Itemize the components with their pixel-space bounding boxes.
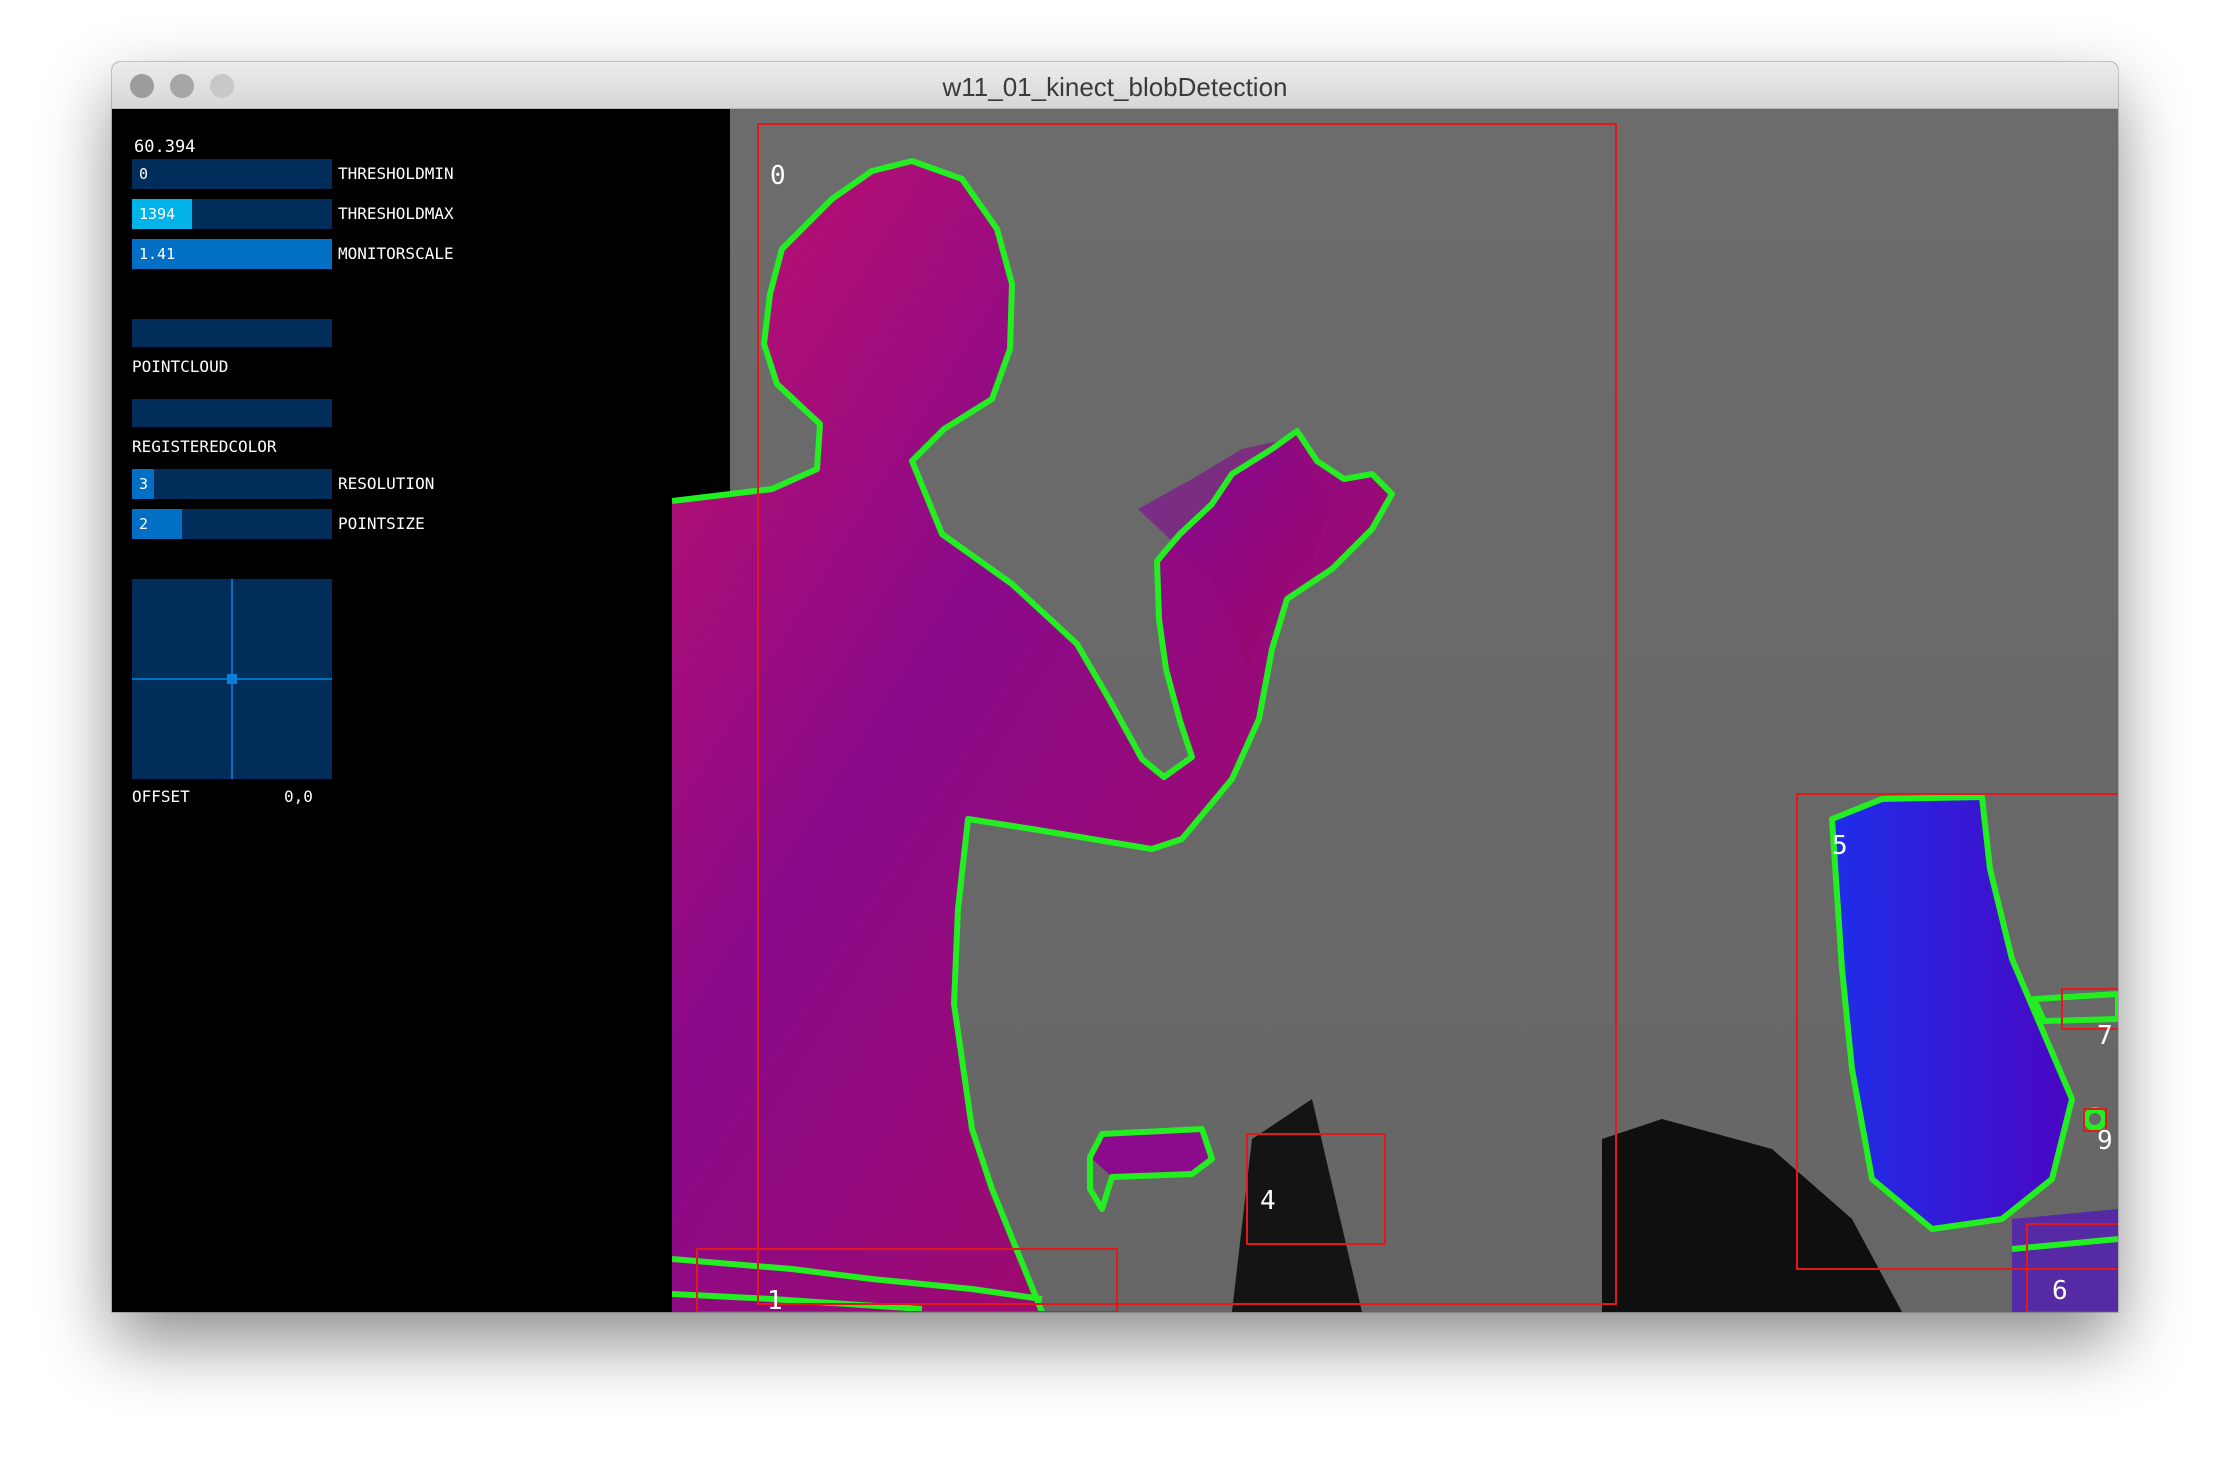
app-window: w11_01_kinect_blobDetection 60.394 0 THR… <box>112 62 2118 1312</box>
registered-color-label: REGISTEREDCOLOR <box>132 437 277 456</box>
blob-label-0: 0 <box>770 161 786 191</box>
resolution-label: RESOLUTION <box>338 474 435 493</box>
slider-value: 1394 <box>139 205 176 223</box>
pointsize-label: POINTSIZE <box>338 514 425 533</box>
window-title: w11_01_kinect_blobDetection <box>942 72 1288 102</box>
blob-label-5: 5 <box>1832 831 1848 861</box>
threshold-min-label: THRESHOLDMIN <box>338 164 454 183</box>
monitor-scale-label: MONITORSCALE <box>338 244 454 263</box>
blob-label-9: 9 <box>2097 1126 2113 1156</box>
monitor-scale-slider[interactable]: 1.41 <box>132 239 332 269</box>
slider-value: 0 <box>139 165 149 183</box>
blob-label-1: 1 <box>767 1286 783 1312</box>
pointcloud-toggle[interactable] <box>132 319 332 347</box>
slider-value: 2 <box>139 515 149 533</box>
threshold-max-label: THRESHOLDMAX <box>338 204 454 223</box>
threshold-min-slider[interactable]: 0 <box>132 159 332 189</box>
gui-panel: 60.394 0 THRESHOLDMIN 1394 THRESHOLDMAX … <box>112 109 672 1312</box>
title-bar: w11_01_kinect_blobDetection <box>112 62 2118 109</box>
offset-label: OFFSET <box>132 787 190 806</box>
render-canvas: 60.394 0 THRESHOLDMIN 1394 THRESHOLDMAX … <box>112 109 2118 1312</box>
offset-pad[interactable] <box>132 579 332 779</box>
pointcloud-label: POINTCLOUD <box>132 357 229 376</box>
offset-value: 0,0 <box>284 787 313 806</box>
registered-color-toggle[interactable] <box>132 399 332 427</box>
fps-readout: 60.394 <box>134 137 196 157</box>
pointsize-slider[interactable]: 2 <box>132 509 332 539</box>
slider-value: 3 <box>139 475 149 493</box>
depth-visualization: 0 1 4 5 6 7 9 <box>672 109 2118 1312</box>
slider-value: 1.41 <box>139 245 176 263</box>
blob-label-7: 7 <box>2097 1021 2113 1051</box>
blob-label-6: 6 <box>2052 1276 2068 1306</box>
shadow-region <box>672 109 730 509</box>
depth-image: 0 1 4 5 6 7 9 <box>672 109 2118 1312</box>
blob-label-4: 4 <box>1260 1186 1276 1216</box>
resolution-slider[interactable]: 3 <box>132 469 332 499</box>
threshold-max-slider[interactable]: 1394 <box>132 199 332 229</box>
pad-handle[interactable] <box>227 674 237 684</box>
